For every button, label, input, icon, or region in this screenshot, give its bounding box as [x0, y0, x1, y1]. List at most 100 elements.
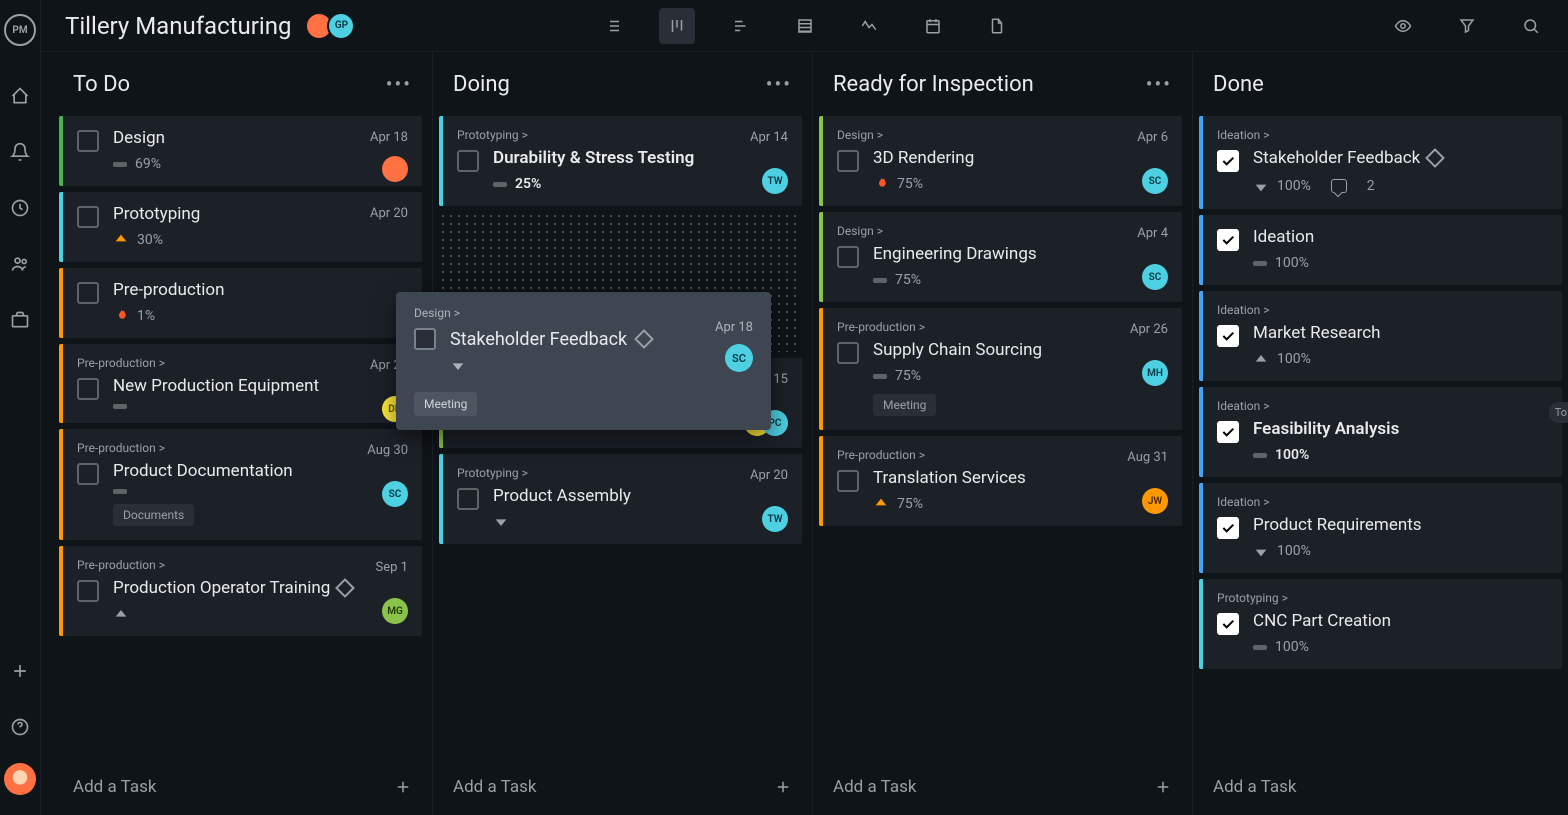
priority-down-icon: [493, 514, 509, 530]
home-icon[interactable]: [0, 76, 40, 116]
filter-icon[interactable]: [1449, 8, 1485, 44]
assignee-avatar[interactable]: SC: [382, 481, 408, 507]
task-card[interactable]: Pre-production > New Production Equipmen…: [59, 344, 422, 423]
task-checkbox[interactable]: [77, 580, 99, 602]
progress-bar-icon: [1253, 261, 1267, 266]
assignee-avatar[interactable]: SC: [1142, 264, 1168, 290]
task-card[interactable]: Pre-production > Supply Chain Sourcing 7…: [819, 308, 1182, 430]
task-checkbox[interactable]: [457, 488, 479, 510]
assignee-avatar[interactable]: JW: [1142, 488, 1168, 514]
task-category: Ideation >: [1217, 495, 1548, 509]
notifications-icon[interactable]: [0, 132, 40, 172]
task-card[interactable]: Pre-production > Production Operator Tra…: [59, 546, 422, 636]
task-checkbox[interactable]: [77, 463, 99, 485]
progress-bar-icon: [113, 404, 127, 409]
task-category: Pre-production >: [77, 441, 408, 455]
sheet-view-icon[interactable]: [787, 8, 823, 44]
column-ready: Ready for Inspection ••• Design > 3D Ren…: [813, 52, 1193, 815]
search-icon[interactable]: [1513, 8, 1549, 44]
portfolio-icon[interactable]: [0, 300, 40, 340]
task-checkbox[interactable]: [837, 342, 859, 364]
assignee-avatar[interactable]: SC: [1142, 168, 1168, 194]
task-checkbox[interactable]: [1217, 517, 1239, 539]
task-checkbox[interactable]: [837, 470, 859, 492]
task-card[interactable]: Pre-production > Translation Services 75…: [819, 436, 1182, 526]
dashboard-view-icon[interactable]: [851, 8, 887, 44]
board-view-icon[interactable]: [659, 8, 695, 44]
task-card[interactable]: Prototyping > Product Assembly Apr 20 TW: [439, 454, 802, 544]
task-card[interactable]: Ideation > Product Requirements 100%: [1199, 483, 1562, 573]
user-avatar[interactable]: [4, 763, 36, 795]
assignee-avatar[interactable]: MH: [1142, 360, 1168, 386]
calendar-view-icon[interactable]: [915, 8, 951, 44]
task-title: 3D Rendering: [873, 148, 1168, 168]
task-date: Aug 30: [367, 443, 408, 458]
task-checkbox[interactable]: [837, 150, 859, 172]
task-checkbox[interactable]: [414, 328, 436, 350]
task-card[interactable]: Ideation > Market Research 100%: [1199, 291, 1562, 381]
add-task-button[interactable]: Add a Task: [53, 759, 432, 815]
task-checkbox[interactable]: [837, 246, 859, 268]
column-menu-icon[interactable]: •••: [386, 72, 412, 96]
project-members[interactable]: GP: [311, 12, 355, 40]
app-logo[interactable]: PM: [4, 14, 36, 46]
task-checkbox[interactable]: [1217, 421, 1239, 443]
task-checkbox[interactable]: [457, 150, 479, 172]
task-title: Stakeholder Feedback: [1253, 148, 1548, 168]
progress-bar-icon: [873, 278, 887, 283]
gantt-view-icon[interactable]: [723, 8, 759, 44]
task-card[interactable]: Prototyping > CNC Part Creation 100%: [1199, 579, 1562, 669]
column-menu-icon[interactable]: •••: [1146, 72, 1172, 96]
task-checkbox[interactable]: [1217, 613, 1239, 635]
priority-flame-icon: [113, 308, 129, 324]
task-card[interactable]: Design 69% Apr 18: [59, 116, 422, 186]
list-view-icon[interactable]: [595, 8, 631, 44]
overflow-badge[interactable]: To: [1549, 402, 1568, 423]
task-date: Apr 18: [370, 130, 408, 145]
task-title: Production Operator Training: [113, 578, 408, 598]
assignee-avatar[interactable]: MG: [382, 598, 408, 624]
assignee-avatar[interactable]: TW: [762, 168, 788, 194]
task-card[interactable]: Prototyping 30% Apr 20: [59, 192, 422, 262]
files-view-icon[interactable]: [979, 8, 1015, 44]
progress-bar-icon: [113, 162, 127, 167]
task-card[interactable]: Pre-production > Product Documentation D…: [59, 429, 422, 540]
task-checkbox[interactable]: [1217, 325, 1239, 347]
assignee-avatar[interactable]: SC: [725, 344, 753, 372]
add-icon[interactable]: [0, 651, 40, 691]
task-checkbox[interactable]: [77, 206, 99, 228]
priority-up-icon: [873, 496, 889, 512]
recent-icon[interactable]: [0, 188, 40, 228]
assignee-avatar[interactable]: [382, 156, 408, 182]
task-card[interactable]: Design > 3D Rendering 75% Apr 6 SC: [819, 116, 1182, 206]
task-percent: 75%: [895, 272, 921, 288]
task-card[interactable]: Pre-production 1%: [59, 268, 422, 338]
task-card[interactable]: Ideation 100%: [1199, 215, 1562, 285]
column-menu-icon[interactable]: •••: [766, 72, 792, 96]
app-sidebar: PM: [0, 0, 41, 815]
task-card[interactable]: Ideation > Feasibility Analysis 100%: [1199, 387, 1562, 477]
task-category: Design >: [414, 306, 753, 320]
assignee-avatar[interactable]: TW: [762, 506, 788, 532]
add-task-button[interactable]: Add a Task: [433, 759, 812, 815]
help-icon[interactable]: [0, 707, 40, 747]
visibility-icon[interactable]: [1385, 8, 1421, 44]
comment-count: 2: [1367, 178, 1375, 194]
task-checkbox[interactable]: [1217, 150, 1239, 172]
dragging-card[interactable]: Design > Stakeholder Feedback Meeting Ap…: [396, 292, 771, 430]
task-category: Pre-production >: [837, 320, 1168, 334]
add-task-button[interactable]: Add a Task: [1193, 759, 1568, 815]
milestone-icon: [634, 329, 654, 349]
task-date: Apr 18: [715, 320, 753, 335]
task-checkbox[interactable]: [77, 378, 99, 400]
team-icon[interactable]: [0, 244, 40, 284]
add-task-button[interactable]: Add a Task: [813, 759, 1192, 815]
task-checkbox[interactable]: [77, 130, 99, 152]
task-card[interactable]: Ideation > Stakeholder Feedback 100% 2: [1199, 116, 1562, 209]
task-checkbox[interactable]: [1217, 229, 1239, 251]
member-avatar[interactable]: GP: [327, 12, 355, 40]
task-card[interactable]: Design > Engineering Drawings 75% Apr 4 …: [819, 212, 1182, 302]
task-checkbox[interactable]: [77, 282, 99, 304]
progress-bar-icon: [493, 182, 507, 187]
task-card[interactable]: Prototyping > Durability & Stress Testin…: [439, 116, 802, 206]
